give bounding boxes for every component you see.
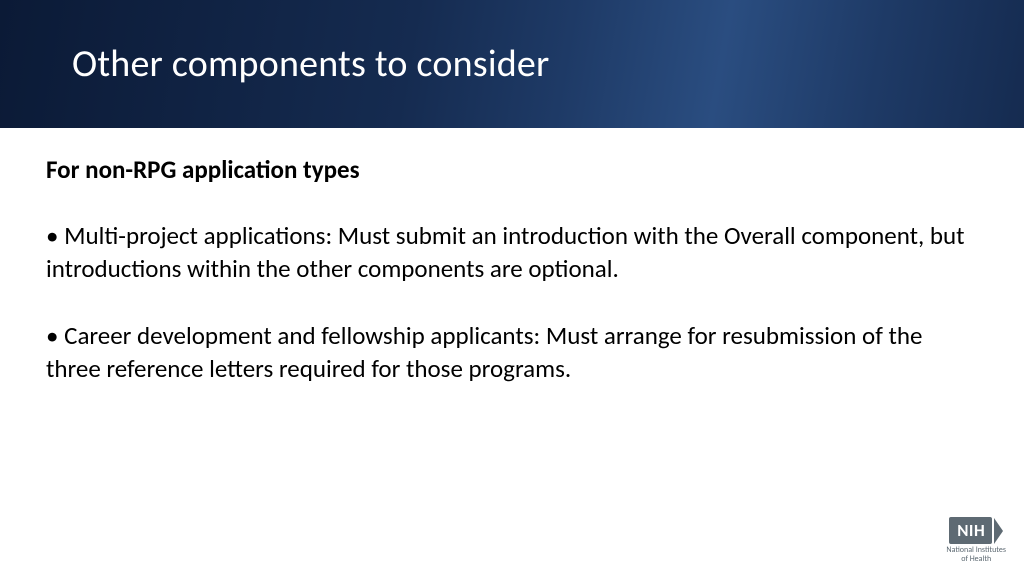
nih-logo-text: National Institutes of Health — [946, 546, 1006, 564]
nih-logo-mark: NIH — [946, 517, 1006, 544]
nih-logo: NIH National Institutes of Health — [946, 517, 1006, 564]
bullet-text: Career development and fellowship applic… — [46, 320, 922, 384]
slide-content: For non-RPG application types • Multi-pr… — [0, 128, 1024, 385]
slide-header: Other components to consider — [0, 0, 1024, 128]
bullet-text: Multi-project applications: Must submit … — [46, 220, 965, 284]
slide-title: Other components to consider — [72, 41, 549, 87]
content-subheading: For non-RPG application types — [46, 154, 978, 185]
nih-logo-box: NIH — [949, 517, 992, 544]
nih-logo-line2: of Health — [946, 555, 1006, 564]
chevron-right-icon — [994, 518, 1003, 544]
bullet-item: • Multi-project applications: Must submi… — [46, 219, 978, 285]
bullet-item: • Career development and fellowship appl… — [46, 319, 978, 385]
